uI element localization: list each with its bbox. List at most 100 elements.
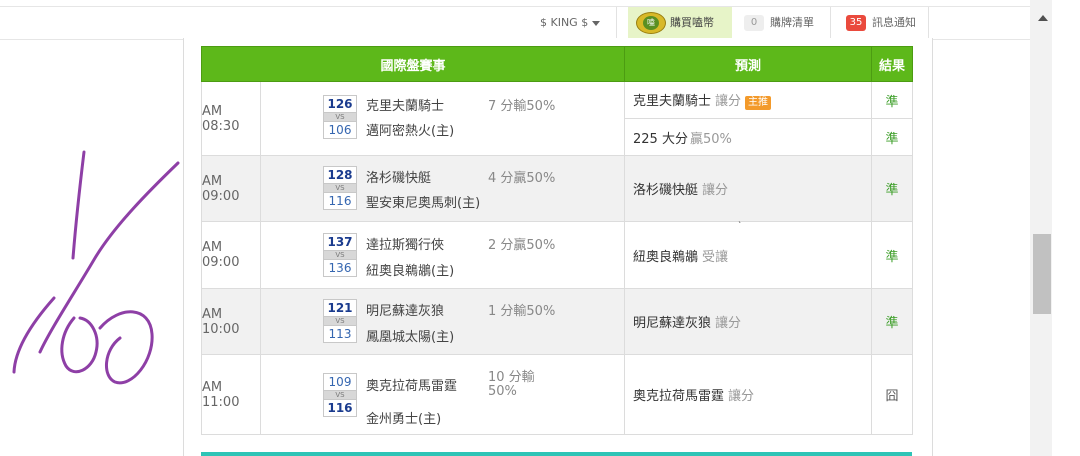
next-section-header bbox=[201, 452, 912, 456]
table-header-row: 國際盤賽事 預測 結果 bbox=[200, 46, 914, 82]
game-time: AM 10:00 bbox=[201, 288, 261, 355]
handicap-line: 1 分輸50% bbox=[488, 304, 556, 319]
user-menu[interactable]: $ KING $ bbox=[540, 7, 601, 39]
prediction-team: 明尼蘇達灰狼 bbox=[633, 316, 712, 331]
table-row: AM 09:00 128 VS 116 洛杉磯快艇 聖安東尼奧馬刺(主) 4 分… bbox=[201, 155, 914, 222]
game-number-box: 128 VS 116 bbox=[323, 166, 357, 210]
away-game-number: 126 bbox=[323, 95, 357, 113]
result-cell: 準 bbox=[871, 221, 914, 289]
messages-label: 訊息通知 bbox=[872, 16, 916, 29]
message-count-badge: 35 bbox=[846, 15, 866, 31]
featured-pick-badge: 主推 bbox=[745, 96, 772, 110]
away-team: 洛杉磯快艇 bbox=[366, 171, 432, 186]
game-number-box: 137 VS 136 bbox=[323, 233, 357, 277]
prediction-team: 洛杉磯快艇 bbox=[633, 183, 699, 198]
home-team: 鳳凰城太陽(主) bbox=[366, 330, 455, 345]
cart-count-badge: 0 bbox=[744, 15, 764, 31]
away-team: 克里夫蘭騎士 bbox=[366, 99, 445, 114]
away-team: 達拉斯獨行俠 bbox=[366, 238, 445, 253]
result-cell: 準 bbox=[871, 118, 914, 156]
home-team: 聖安東尼奧馬刺(主) bbox=[366, 196, 481, 211]
away-team: 奧克拉荷馬雷霆 bbox=[366, 379, 458, 394]
result-cell: 囧 bbox=[871, 354, 914, 435]
prediction-team: 克里夫蘭騎士 bbox=[633, 94, 712, 109]
column-header-events: 國際盤賽事 bbox=[200, 46, 626, 82]
matchup-cell: 121 VS 113 明尼蘇達灰狼 鳳凰城太陽(主) 1 分輸50% bbox=[259, 288, 626, 355]
prediction-cell: 明尼蘇達灰狼 讓分 bbox=[624, 288, 873, 355]
prediction-cell: 225 大分 贏50% bbox=[624, 118, 873, 156]
prediction-cell: 奧克拉荷馬雷霆 讓分 bbox=[624, 354, 873, 435]
handicap-line-continued: 50% bbox=[488, 384, 517, 399]
matchup-cell: 137 VS 136 達拉斯獨行俠 紐奧良鵜鶘(主) 2 分贏50% bbox=[259, 221, 626, 289]
vs-label: VS bbox=[323, 113, 357, 121]
home-game-number: 116 bbox=[323, 192, 357, 210]
home-game-number: 116 bbox=[323, 399, 357, 417]
prediction-cell: 克里夫蘭騎士 讓分 主推 bbox=[624, 81, 873, 119]
vs-label: VS bbox=[323, 391, 357, 399]
matchup-cell: 126 VS 106 克里夫蘭騎士 邁阿密熱火(主) 7 分輸50% bbox=[259, 81, 626, 156]
away-game-number: 121 bbox=[323, 299, 357, 317]
user-label: $ KING $ bbox=[540, 16, 589, 29]
handicap-line: 7 分輸50% bbox=[488, 99, 556, 114]
game-number-box: 126 VS 106 bbox=[323, 95, 357, 139]
column-header-prediction: 預測 bbox=[624, 46, 873, 82]
result-cell: 準 bbox=[871, 155, 914, 222]
caret-down-icon bbox=[592, 20, 601, 26]
prediction-type: 讓分 bbox=[715, 94, 742, 109]
column-header-result: 結果 bbox=[871, 46, 914, 82]
prediction-type: 讓分 bbox=[728, 389, 755, 404]
away-game-number: 137 bbox=[323, 233, 357, 251]
cart-label: 購牌清單 bbox=[770, 16, 814, 29]
matchup-cell: 109 VS 116 奧克拉荷馬雷霆 金州勇士(主) 10 分輸 50% bbox=[259, 354, 626, 435]
scroll-up-arrow-icon[interactable] bbox=[1038, 15, 1048, 21]
result-cell: 準 bbox=[871, 81, 914, 119]
home-team: 紐奧良鵜鶘(主) bbox=[366, 264, 455, 279]
buy-coins-label: 購買嗑幣 bbox=[670, 16, 714, 29]
game-time: AM 09:00 bbox=[201, 221, 261, 289]
divider bbox=[830, 7, 831, 39]
buy-coins-button[interactable]: 嗑 購買嗑幣 bbox=[628, 7, 732, 39]
away-game-number: 128 bbox=[323, 166, 357, 184]
table-row: AM 09:00 137 VS 136 達拉斯獨行俠 紐奧良鵜鶘(主) 2 分贏… bbox=[201, 221, 914, 289]
table-row: AM 10:00 121 VS 113 明尼蘇達灰狼 鳳凰城太陽(主) 1 分輸… bbox=[201, 288, 914, 355]
home-team: 金州勇士(主) bbox=[366, 412, 442, 427]
prediction-type: 讓分 bbox=[702, 183, 729, 198]
prediction-cell: 紐奧良鵜鶘 受讓 bbox=[624, 221, 873, 289]
divider bbox=[928, 7, 929, 39]
scrollbar-thumb[interactable] bbox=[1033, 234, 1051, 314]
game-time: AM 08:30 bbox=[201, 81, 261, 156]
prediction-cell: 洛杉磯快艇 讓分 bbox=[624, 155, 873, 222]
messages-link[interactable]: 35 訊息通知 bbox=[846, 7, 916, 39]
scrollbar[interactable] bbox=[1030, 0, 1052, 456]
coin-icon: 嗑 bbox=[636, 12, 666, 34]
vs-label: VS bbox=[323, 317, 357, 325]
home-game-number: 136 bbox=[323, 259, 357, 277]
cart-link[interactable]: 0 購牌清單 bbox=[744, 7, 814, 39]
vs-label: VS bbox=[323, 184, 357, 192]
game-time: AM 11:00 bbox=[201, 354, 261, 435]
vs-label: VS bbox=[323, 251, 357, 259]
result-cell: 準 bbox=[871, 288, 914, 355]
prediction-type: 贏50% bbox=[689, 131, 732, 147]
prediction-team: 奧克拉荷馬雷霆 bbox=[633, 389, 725, 404]
away-game-number: 109 bbox=[323, 373, 357, 391]
table-row: AM 08:30 126 VS 106 克里夫蘭騎士 邁阿密熱火(主) 7 分輸… bbox=[201, 81, 914, 156]
game-time: AM 09:00 bbox=[201, 155, 261, 222]
game-number-box: 121 VS 113 bbox=[323, 299, 357, 343]
home-team: 邁阿密熱火(主) bbox=[366, 124, 455, 139]
home-game-number: 113 bbox=[323, 325, 357, 343]
handwritten-annotation-icon bbox=[12, 150, 180, 385]
games-table: 國際盤賽事 預測 結果 AM 08:30 126 VS 106 克里夫蘭騎士 邁… bbox=[200, 46, 914, 435]
home-game-number: 106 bbox=[323, 121, 357, 139]
prediction-team: 紐奧良鵜鶘 bbox=[633, 249, 699, 265]
stray-mark: ` bbox=[738, 221, 742, 230]
prediction-type: 讓分 bbox=[715, 316, 742, 331]
matchup-cell: 128 VS 116 洛杉磯快艇 聖安東尼奧馬刺(主) 4 分贏50% bbox=[259, 155, 626, 222]
prediction-type: 受讓 bbox=[702, 249, 729, 265]
divider bbox=[616, 7, 617, 39]
handicap-line: 4 分贏50% bbox=[488, 171, 556, 186]
handicap-line: 2 分贏50% bbox=[488, 238, 556, 253]
prediction-team: 225 大分 bbox=[633, 131, 688, 147]
away-team: 明尼蘇達灰狼 bbox=[366, 304, 445, 319]
table-row: AM 11:00 109 VS 116 奧克拉荷馬雷霆 金州勇士(主) 10 分… bbox=[201, 354, 914, 435]
